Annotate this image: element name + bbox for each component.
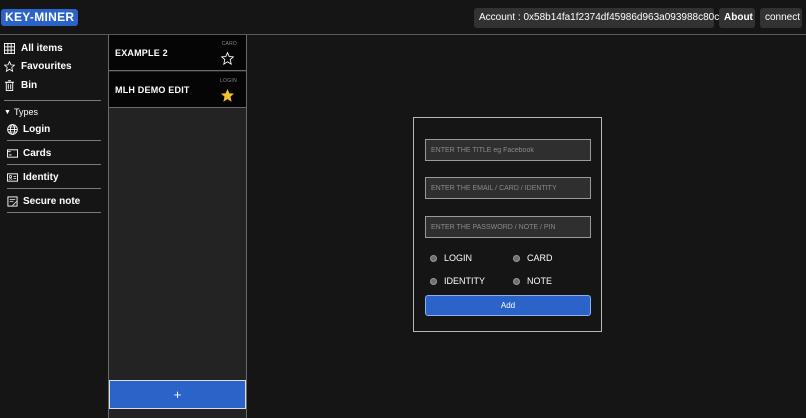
password-input[interactable] — [425, 216, 591, 238]
radio-label: IDENTITY — [444, 276, 486, 286]
app-logo[interactable]: KEY-MINER — [1, 9, 79, 26]
sidebar-divider — [7, 140, 101, 141]
item-title: EXAMPLE 2 — [115, 48, 168, 58]
add-item-form: LOGIN CARD IDENTITY NOTE Add — [413, 117, 602, 332]
item-type: CARD — [221, 41, 237, 47]
account-button[interactable]: Account : 0x58b14fa1f2374df45986d963a093… — [474, 8, 744, 28]
email-input[interactable] — [425, 177, 591, 199]
type-item-login[interactable]: Login — [7, 121, 50, 137]
type-item-label: Identity — [23, 171, 59, 183]
globe-icon — [7, 123, 18, 135]
radio-card[interactable]: CARD — [513, 253, 553, 263]
id-card-icon — [7, 172, 18, 182]
radio-dot — [513, 277, 520, 285]
sidebar-item-favourites[interactable]: Favourites — [4, 58, 72, 74]
radio-login[interactable]: LOGIN — [430, 253, 472, 263]
caret-down-icon: ▼ — [4, 108, 11, 116]
type-item-secure-note[interactable]: Secure note — [7, 193, 80, 209]
type-item-identity[interactable]: Identity — [7, 169, 59, 185]
radio-identity[interactable]: IDENTITY — [430, 276, 485, 286]
radio-note[interactable]: NOTE — [513, 276, 552, 286]
item-list: EXAMPLE 2 CARD MLH DEMO EDIT LOGIN + — [108, 35, 247, 418]
title-input[interactable] — [425, 139, 591, 161]
radio-dot — [430, 254, 437, 262]
star-icon — [4, 60, 15, 72]
radio-dot — [513, 254, 520, 262]
radio-label: CARD — [527, 253, 553, 263]
type-item-label: Cards — [23, 147, 52, 159]
star-filled-icon[interactable] — [221, 89, 234, 102]
top-bar: KEY-MINER Account : 0x58b14fa1f2374df459… — [0, 0, 806, 35]
sidebar-divider — [7, 188, 101, 189]
type-item-label: Secure note — [23, 195, 81, 207]
sidebar-divider — [4, 100, 101, 101]
sidebar-item-label: All items — [21, 42, 63, 54]
radio-label: NOTE — [527, 276, 553, 286]
item-type: LOGIN — [219, 78, 237, 84]
sidebar-item-label: Bin — [21, 79, 38, 91]
add-button[interactable]: Add — [425, 295, 591, 316]
sidebar-divider — [7, 212, 101, 213]
trash-icon — [4, 79, 15, 91]
list-footer — [109, 409, 246, 418]
add-item-button[interactable]: + — [109, 380, 246, 409]
types-header[interactable]: ▼ Types — [4, 107, 38, 117]
radio-dot — [430, 277, 437, 285]
sidebar-divider — [7, 164, 101, 165]
type-item-label: Login — [23, 123, 51, 135]
credit-card-icon — [7, 148, 18, 158]
sidebar-item-all-items[interactable]: All items — [4, 40, 63, 56]
star-outline-icon[interactable] — [221, 52, 234, 65]
connect-button[interactable]: connect — [760, 8, 802, 28]
about-button[interactable]: About — [719, 8, 755, 28]
radio-label: LOGIN — [444, 253, 473, 263]
type-item-cards[interactable]: Cards — [7, 145, 51, 161]
sidebar-item-bin[interactable]: Bin — [4, 77, 37, 93]
list-item[interactable]: MLH DEMO EDIT LOGIN — [109, 72, 246, 108]
list-item[interactable]: EXAMPLE 2 CARD — [109, 35, 246, 71]
sidebar-item-label: Favourites — [21, 60, 72, 72]
note-icon — [7, 195, 18, 207]
grid-icon — [4, 42, 15, 54]
item-title: MLH DEMO EDIT — [115, 85, 190, 95]
